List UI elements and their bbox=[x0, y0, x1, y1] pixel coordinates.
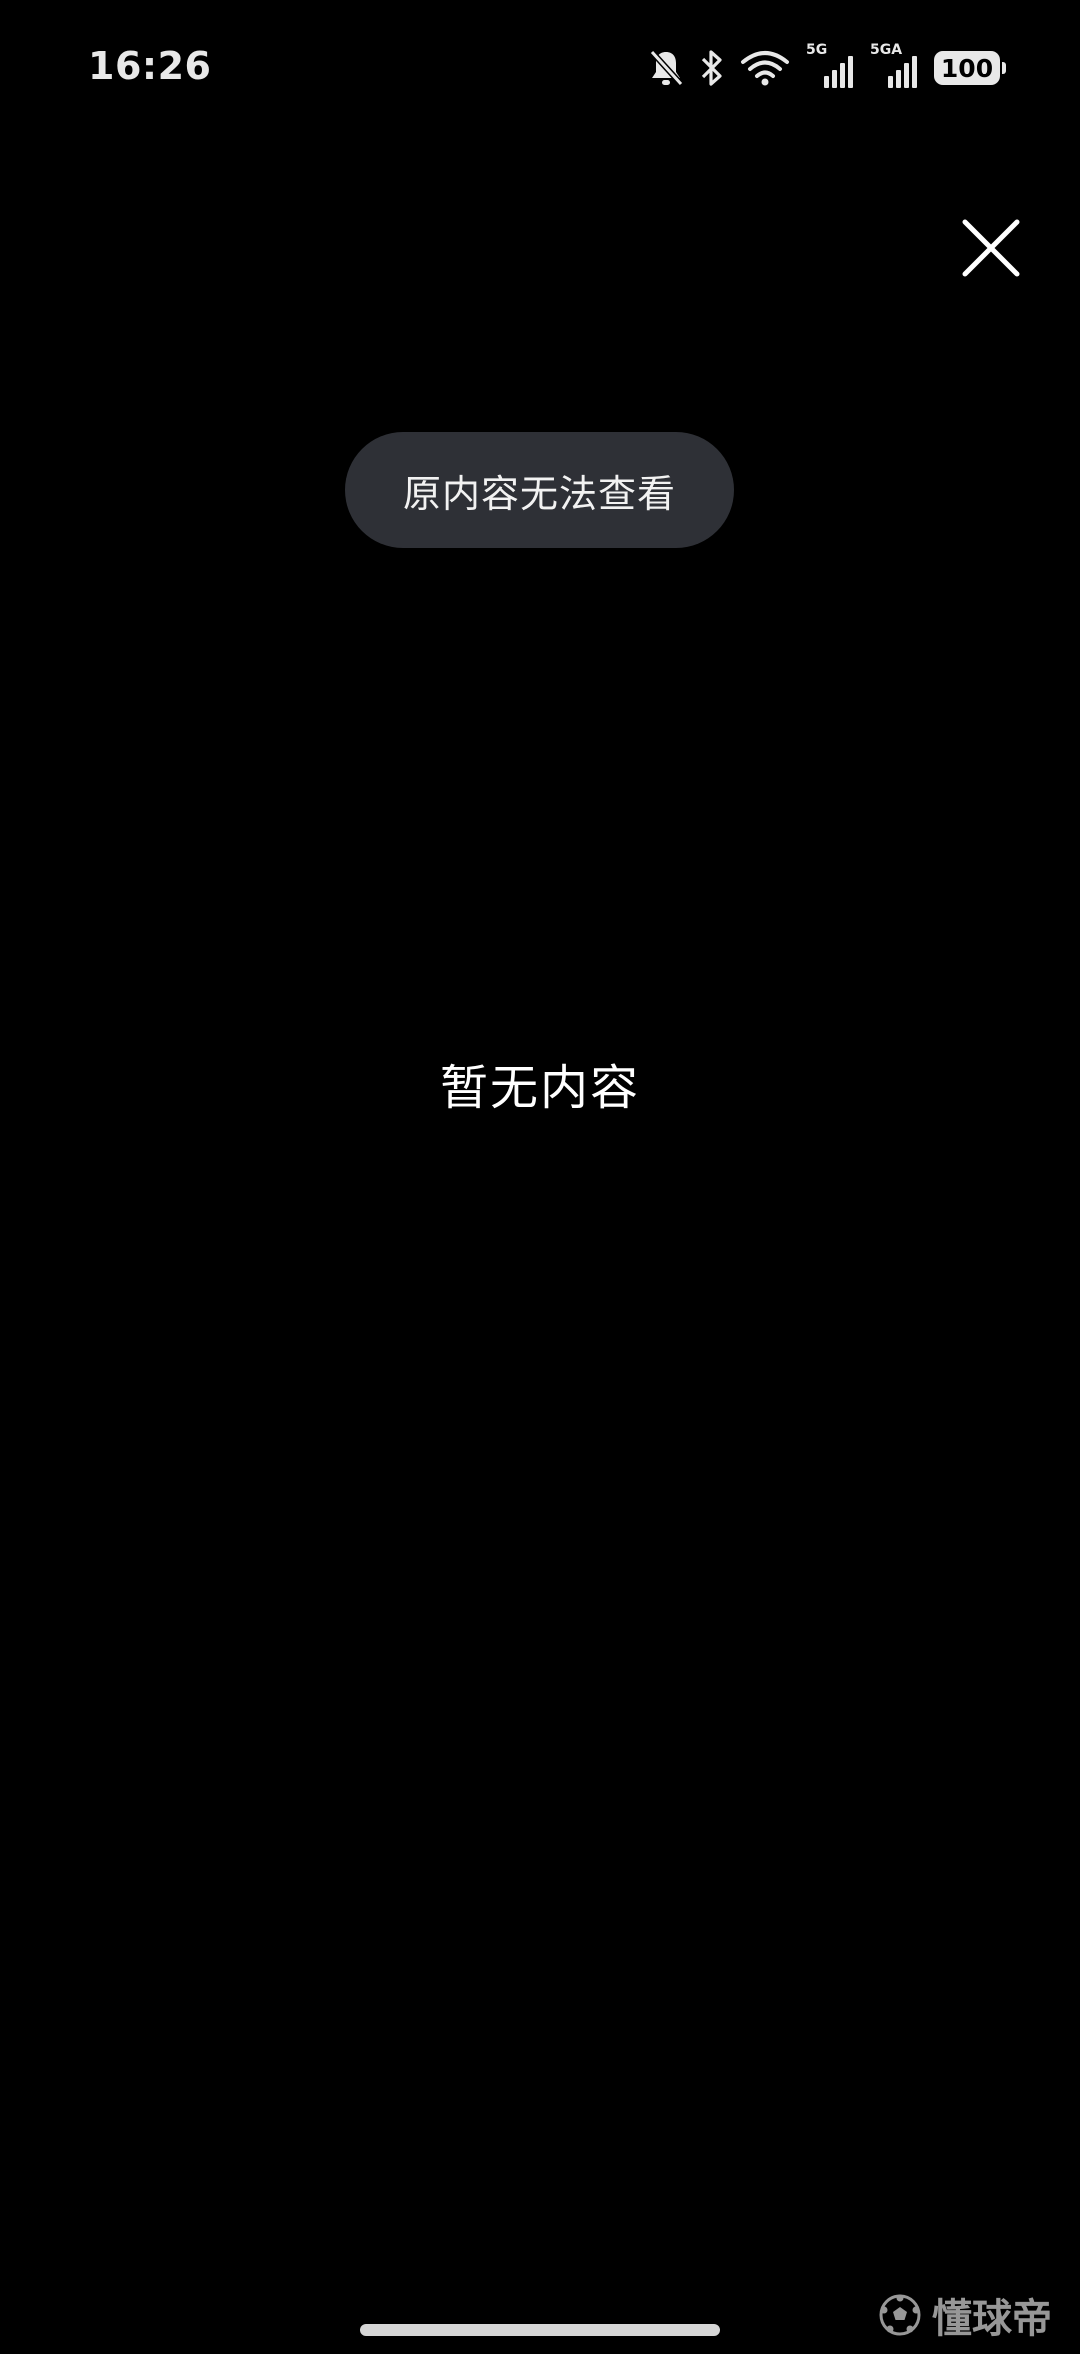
toast-text: 原内容无法查看 bbox=[402, 471, 676, 516]
bell-muted-icon bbox=[649, 49, 684, 87]
status-time: 16:26 bbox=[88, 44, 212, 88]
battery-icon: 100 bbox=[934, 51, 1006, 85]
signal-5ga-icon: 5GA bbox=[870, 42, 918, 90]
close-icon bbox=[962, 219, 1020, 277]
battery-level: 100 bbox=[940, 53, 994, 83]
toast-message: 原内容无法查看 bbox=[345, 432, 734, 548]
close-button[interactable] bbox=[955, 212, 1027, 284]
wifi-icon bbox=[741, 51, 789, 86]
status-icons: 5G 5GA 100 bbox=[648, 42, 1006, 90]
watermark-text: 懂球帝 bbox=[932, 2296, 1052, 2342]
empty-state-text: 暂无内容 bbox=[439, 1060, 640, 1116]
status-bar: 16:26 5G 5GA 100 bbox=[0, 0, 1080, 140]
watermark: 懂球帝 bbox=[878, 2286, 1052, 2344]
signal-5g-icon: 5G bbox=[806, 42, 854, 90]
bluetooth-icon bbox=[701, 50, 722, 86]
soccer-ball-icon bbox=[879, 2294, 921, 2336]
home-indicator[interactable] bbox=[360, 2324, 720, 2336]
